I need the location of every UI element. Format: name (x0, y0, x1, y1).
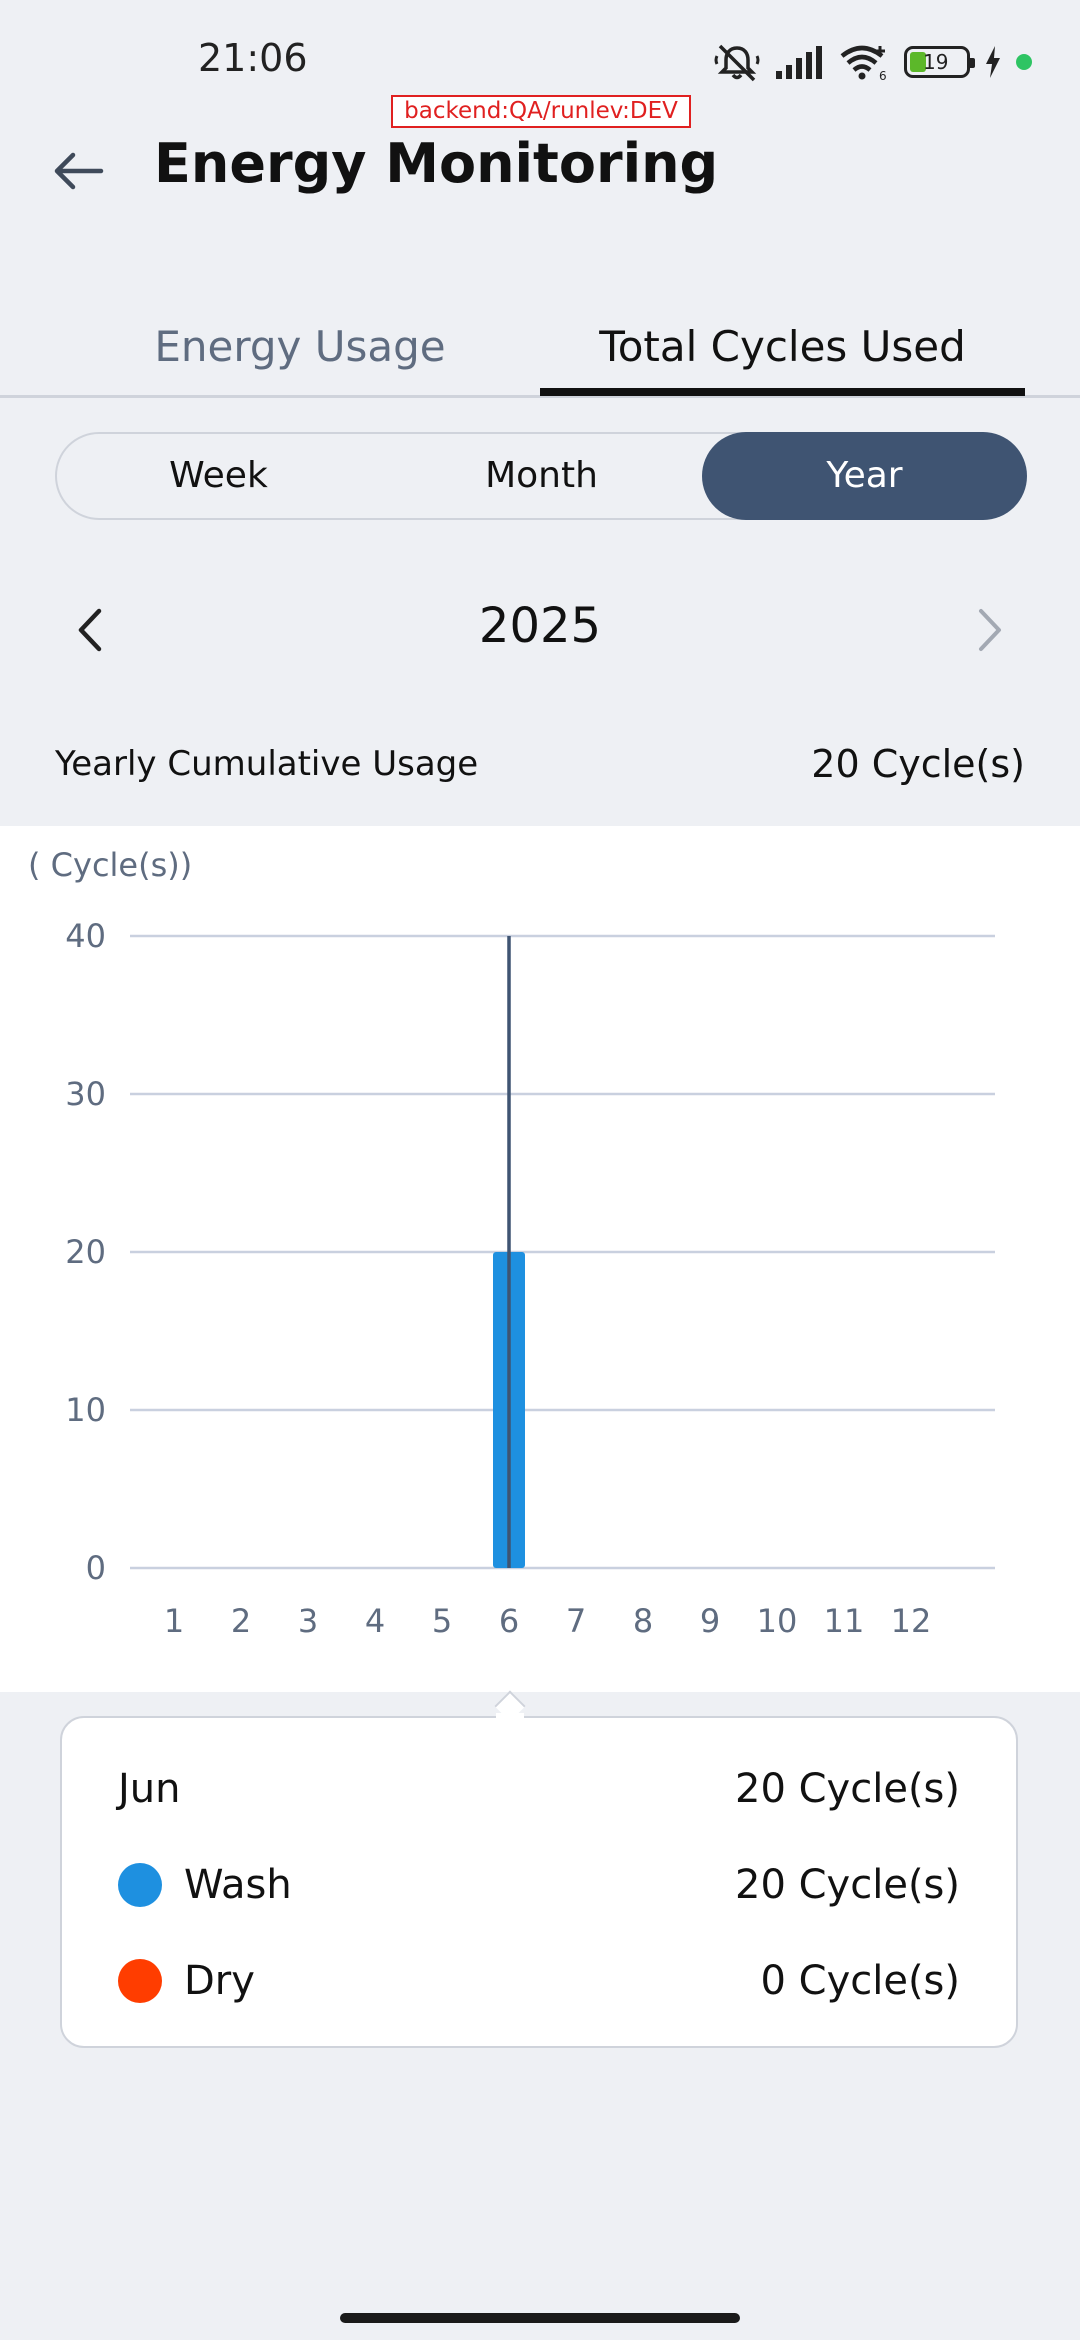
signal-icon (774, 44, 824, 80)
y-tick-label: 10 (65, 1391, 106, 1429)
dry-value: 0 Cycle(s) (760, 1958, 960, 2004)
app-header: Energy Monitoring (0, 120, 1080, 220)
tab-energy-usage[interactable]: Energy Usage (60, 322, 540, 398)
x-tick-label: 4 (365, 1602, 385, 1640)
x-tick-label: 2 (231, 1602, 251, 1640)
tab-total-cycles-used[interactable]: Total Cycles Used (540, 322, 1025, 398)
x-tick-label: 6 (499, 1602, 519, 1640)
back-arrow-icon (54, 152, 104, 190)
y-tick-label: 30 (65, 1075, 106, 1113)
y-tick-label: 40 (65, 917, 106, 955)
tooltip-month-row: Jun 20 Cycle(s) (118, 1762, 960, 1822)
period-month-button[interactable]: Month (380, 432, 703, 520)
x-tick-label: 5 (432, 1602, 452, 1640)
summary-label: Yearly Cumulative Usage (55, 744, 479, 784)
year-label: 2025 (478, 598, 602, 654)
chevron-right-icon (979, 609, 1001, 651)
silent-bell-icon (714, 42, 760, 82)
x-tick-label: 3 (298, 1602, 318, 1640)
tab-bar: Energy Usage Total Cycles Used (0, 300, 1080, 398)
tooltip-month-total: 20 Cycle(s) (735, 1766, 960, 1812)
tooltip-month: Jun (118, 1766, 181, 1812)
status-time: 21:06 (198, 36, 308, 80)
next-year-button[interactable] (960, 600, 1020, 660)
year-navigator: 2025 (0, 580, 1080, 680)
cycles-bar-chart[interactable]: ( Cycle(s)) 40 30 20 10 0 1 2 3 4 5 6 7 8 9 10 11 12 (0, 826, 1080, 1692)
privacy-indicator-dot (1016, 54, 1032, 70)
charging-icon (984, 45, 1002, 79)
wash-legend-dot (118, 1863, 162, 1907)
chart-canvas: ( Cycle(s)) 403020100 1 2 3 4 5 6 7 8 9 10 11 12 (28, 846, 995, 1640)
home-indicator[interactable] (340, 2313, 740, 2323)
period-selector: Week Month Year (55, 432, 1027, 520)
y-tick-label: 0 (86, 1549, 106, 1587)
battery-level: 19 (923, 50, 949, 74)
page-title: Energy Monitoring (154, 132, 719, 195)
battery-icon: 19 (904, 46, 975, 78)
tab-selected-indicator (540, 388, 1025, 396)
dry-legend-dot (118, 1959, 162, 2003)
wash-label: Wash (184, 1862, 292, 1908)
chart-tooltip: Jun 20 Cycle(s) Wash 20 Cycle(s) Dry 0 C… (60, 1716, 1018, 2048)
x-tick-label: 7 (566, 1602, 586, 1640)
x-tick-label: 12 (891, 1602, 932, 1640)
wash-value: 20 Cycle(s) (735, 1862, 960, 1908)
wifi-icon: 6 (838, 42, 890, 82)
tooltip-dry-row: Dry 0 Cycle(s) (118, 1954, 960, 2014)
period-year-button[interactable]: Year (702, 432, 1027, 520)
x-tick-label: 9 (700, 1602, 720, 1640)
summary-value: 20 Cycle(s) (811, 742, 1025, 786)
yearly-summary: Yearly Cumulative Usage 20 Cycle(s) (55, 740, 1025, 800)
svg-text:6: 6 (879, 69, 887, 82)
status-icons: 6 19 (714, 38, 1032, 86)
tooltip-wash-row: Wash 20 Cycle(s) (118, 1858, 960, 1918)
period-week-button[interactable]: Week (57, 432, 380, 520)
x-tick-label: 10 (757, 1602, 798, 1640)
x-tick-label: 8 (633, 1602, 653, 1640)
y-axis-unit-label: ( Cycle(s)) (28, 846, 192, 884)
back-button[interactable] (40, 136, 116, 206)
y-tick-label: 20 (65, 1233, 106, 1271)
x-tick-label: 1 (164, 1602, 184, 1640)
x-tick-label: 11 (824, 1602, 865, 1640)
dry-label: Dry (184, 1958, 255, 2004)
